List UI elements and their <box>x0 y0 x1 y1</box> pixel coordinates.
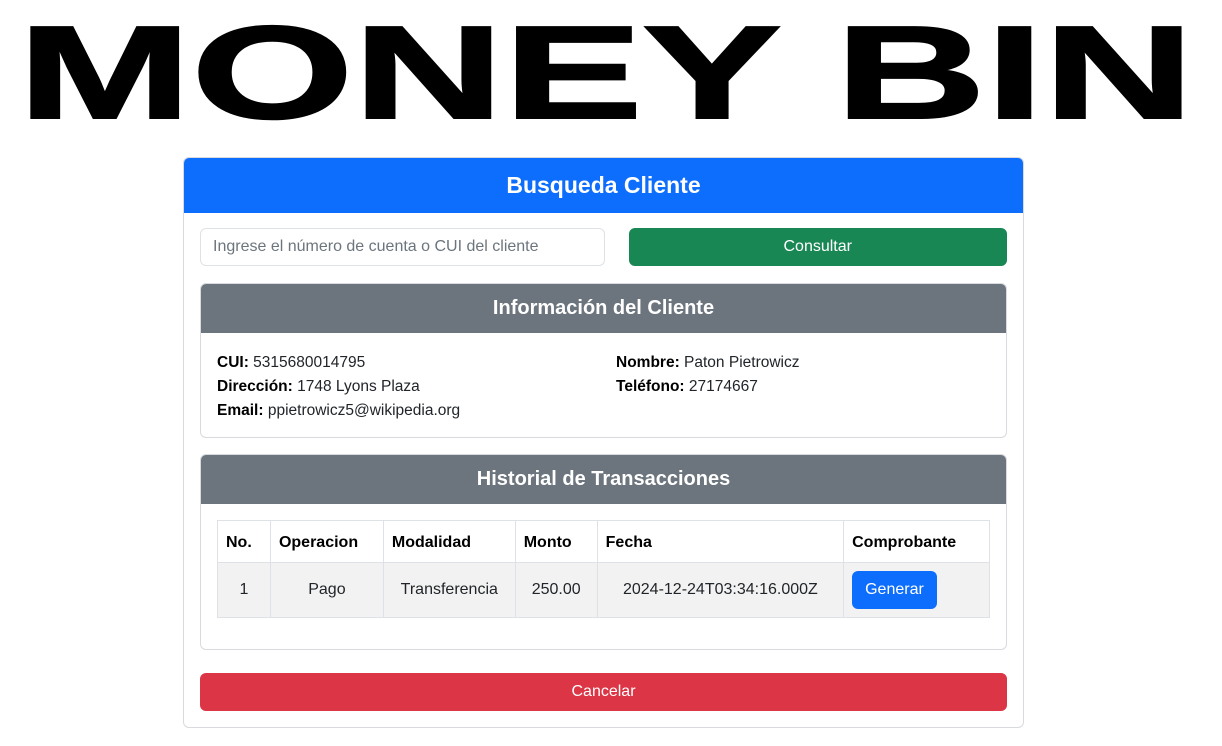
col-header-comprobante: Comprobante <box>843 520 990 563</box>
transaction-history-card: Historial de Transacciones No. Operacion… <box>200 454 1007 650</box>
cancel-button[interactable]: Cancelar <box>200 673 1007 711</box>
phone-row: Teléfono: 27174667 <box>616 375 990 399</box>
cui-label: CUI: <box>217 354 249 371</box>
col-header-operacion: Operacion <box>269 520 384 563</box>
search-card-title: Busqueda Cliente <box>184 158 1023 213</box>
generate-receipt-button[interactable]: Generar <box>852 571 937 609</box>
client-info-right: Nombre: Paton Pietrowicz Teléfono: 27174… <box>616 351 990 423</box>
name-label: Nombre: <box>616 354 680 371</box>
client-info-title: Información del Cliente <box>201 284 1006 333</box>
client-info-card: Información del Cliente CUI: 53156800147… <box>200 283 1007 438</box>
client-info-left: CUI: 5315680014795 Dirección: 1748 Lyons… <box>217 351 616 423</box>
history-table-wrap: No. Operacion Modalidad Monto Fecha Comp… <box>201 504 1006 618</box>
logo-wordmark: MONEY BIN <box>18 22 1194 122</box>
address-label: Dirección: <box>217 378 293 395</box>
money-bin-logo: MONEY BIN <box>18 22 1194 122</box>
phone-value: 27174667 <box>688 378 758 395</box>
cui-row: CUI: 5315680014795 <box>217 351 616 375</box>
col-header-no: No. <box>217 520 271 563</box>
transactions-table: No. Operacion Modalidad Monto Fecha Comp… <box>217 520 990 618</box>
col-header-fecha: Fecha <box>596 520 845 563</box>
account-search-input[interactable] <box>200 228 605 266</box>
cell-monto: 250.00 <box>514 562 598 618</box>
cell-fecha: 2024-12-24T03:34:16.000Z <box>596 562 845 618</box>
table-row: 1 Pago Transferencia 250.00 2024-12-24T0… <box>217 562 990 618</box>
client-info-body: CUI: 5315680014795 Dirección: 1748 Lyons… <box>201 333 1006 423</box>
search-row: Consultar <box>200 228 1007 266</box>
email-value: ppietrowicz5@wikipedia.org <box>267 402 461 419</box>
address-value: 1748 Lyons Plaza <box>297 378 420 395</box>
table-header-row: No. Operacion Modalidad Monto Fecha Comp… <box>217 520 990 563</box>
cell-modalidad: Transferencia <box>382 562 516 618</box>
cell-no: 1 <box>217 562 271 618</box>
address-row: Dirección: 1748 Lyons Plaza <box>217 375 616 399</box>
history-title: Historial de Transacciones <box>201 455 1006 504</box>
col-header-modalidad: Modalidad <box>382 520 516 563</box>
email-row: Email: ppietrowicz5@wikipedia.org <box>217 399 616 423</box>
cell-operacion: Pago <box>269 562 384 618</box>
cui-value: 5315680014795 <box>253 354 366 371</box>
client-search-card: Busqueda Cliente Consultar Información d… <box>183 157 1024 728</box>
consult-button[interactable]: Consultar <box>628 228 1007 266</box>
email-label: Email: <box>217 402 264 419</box>
logo-text: MONEY BIN <box>18 22 1194 122</box>
name-row: Nombre: Paton Pietrowicz <box>616 351 990 375</box>
name-value: Paton Pietrowicz <box>684 354 800 371</box>
phone-label: Teléfono: <box>616 378 685 395</box>
cell-comprobante: Generar <box>843 562 990 618</box>
col-header-monto: Monto <box>514 520 598 563</box>
